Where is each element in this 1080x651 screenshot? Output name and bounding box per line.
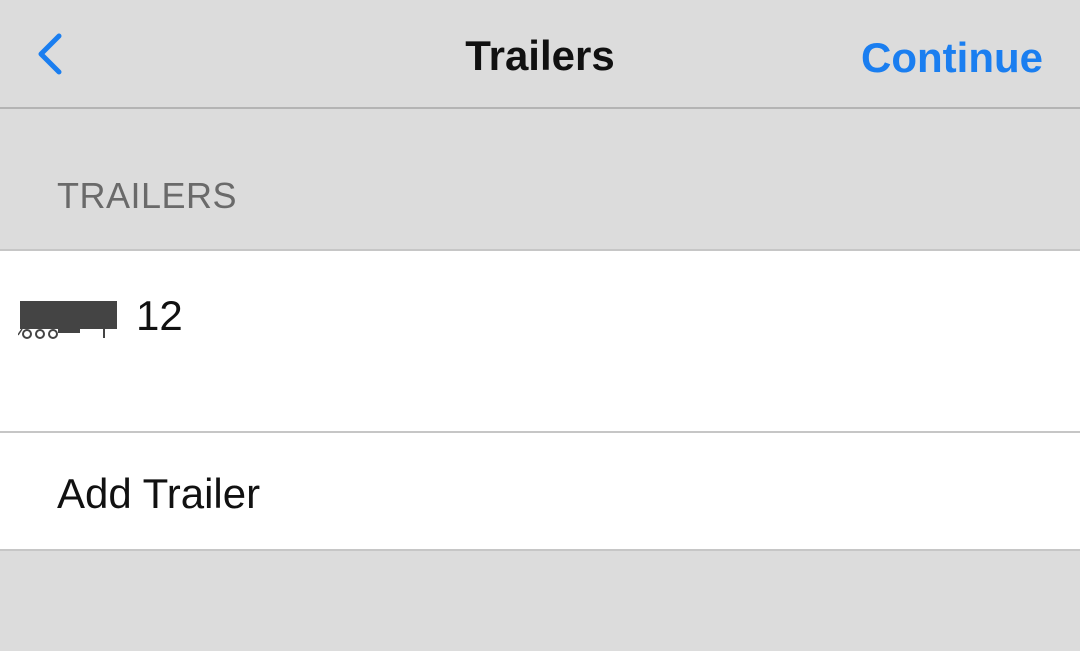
section-header: TRAILERS xyxy=(57,175,238,216)
add-trailer-button[interactable]: Add Trailer xyxy=(0,433,1080,549)
trailer-icon xyxy=(18,301,117,339)
trailer-list: 12 Add Trailer xyxy=(0,249,1080,551)
screen: Trailers Continue TRAILERS 12 Add Traile… xyxy=(0,0,1080,651)
trailer-number: 12 xyxy=(136,292,183,339)
trailer-row[interactable]: 12 xyxy=(0,251,1080,433)
add-trailer-label: Add Trailer xyxy=(57,470,261,517)
continue-button[interactable]: Continue xyxy=(861,32,1043,84)
nav-bar: Trailers Continue xyxy=(0,0,1080,109)
